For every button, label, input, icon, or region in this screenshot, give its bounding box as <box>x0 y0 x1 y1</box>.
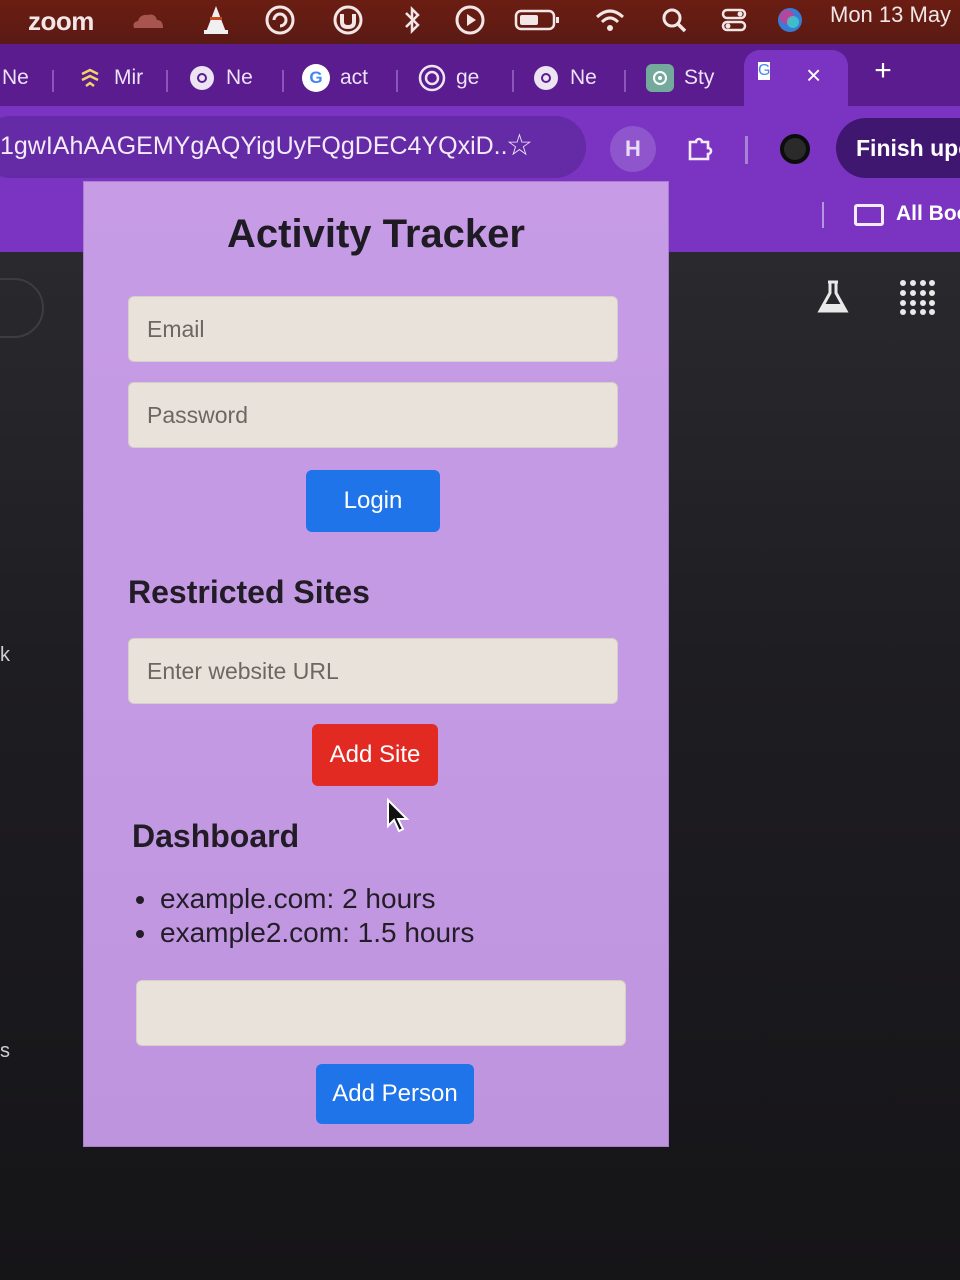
tab-label: Sty <box>684 66 715 89</box>
finish-update-button[interactable]: Finish upc <box>836 118 960 178</box>
folder-icon[interactable] <box>854 204 884 226</box>
tab-divider <box>512 70 514 92</box>
bluetooth-icon[interactable] <box>394 2 430 38</box>
tab-divider <box>52 70 54 92</box>
utorrent-icon[interactable] <box>330 2 366 38</box>
extensions-puzzle-icon[interactable] <box>682 130 718 166</box>
browser-tab[interactable]: Ne <box>188 58 272 98</box>
password-field[interactable] <box>128 382 618 448</box>
add-person-button[interactable]: Add Person <box>316 1064 474 1124</box>
active-tab[interactable]: G × <box>744 50 848 106</box>
bookmark-star-icon[interactable]: ☆ <box>506 128 533 163</box>
add-site-button[interactable]: Add Site <box>312 724 438 786</box>
menu-clock[interactable]: Mon 13 May <box>830 2 951 28</box>
page-edge-text: s <box>0 1040 10 1062</box>
tab-label: Ne <box>226 66 253 89</box>
tab-divider <box>166 70 168 92</box>
control-center-icon[interactable] <box>716 2 752 38</box>
tab-divider <box>282 70 284 92</box>
browser-toolbar: 1gwIAhAAGEMYgAQYigUyFQgDEC4YQxiD... ☆ H … <box>0 106 960 192</box>
wifi-icon[interactable] <box>592 2 628 38</box>
tab-strip: Ne Mir Ne G act ge Ne Sty G × + <box>0 44 960 106</box>
browser-tab[interactable]: Sty <box>646 58 730 98</box>
profile-avatar-icon[interactable] <box>780 134 810 164</box>
vlc-icon[interactable] <box>198 2 234 38</box>
browser-tab[interactable]: Ne <box>2 58 42 98</box>
tab-label: Ne <box>2 66 29 89</box>
website-url-input[interactable] <box>128 638 618 704</box>
google-apps-icon[interactable] <box>900 280 936 316</box>
extension-h-icon[interactable]: H <box>610 126 656 172</box>
close-tab-icon[interactable]: × <box>806 60 821 91</box>
popup-title: Activity Tracker <box>227 212 525 256</box>
address-url[interactable]: 1gwIAhAAGEMYgAQYigUyFQgDEC4YQxiD... <box>0 132 508 161</box>
google-icon: G <box>758 62 771 80</box>
siri-icon[interactable] <box>772 2 808 38</box>
browser-tab[interactable]: Ne <box>532 58 616 98</box>
tab-label: Ne <box>570 66 597 89</box>
list-item: example.com: 2 hours <box>134 882 474 916</box>
tab-label: act <box>340 66 369 89</box>
mouse-pointer-icon <box>387 798 410 833</box>
bookmarks-divider <box>822 202 824 228</box>
activity-tracker-popup: Activity Tracker Login Restricted Sites … <box>84 182 668 1146</box>
tab-divider <box>396 70 398 92</box>
login-button[interactable]: Login <box>306 470 440 532</box>
fluent-icon <box>76 64 104 92</box>
refresh-circle-icon[interactable] <box>262 2 298 38</box>
tab-divider <box>624 70 626 92</box>
battery-icon[interactable] <box>514 2 560 38</box>
google-icon: G <box>302 64 330 92</box>
app-menu-zoom[interactable]: zoom <box>28 6 94 37</box>
tab-label: Mir <box>114 66 144 89</box>
page-edge-text: k <box>0 644 10 666</box>
browser-tab[interactable]: G act <box>302 58 388 98</box>
cloudflare-icon[interactable] <box>130 2 166 38</box>
browser-tab[interactable]: Mir <box>76 58 160 98</box>
labs-flask-icon[interactable] <box>812 276 854 318</box>
toolbar-divider <box>745 136 748 164</box>
dashboard-list: example.com: 2 hours example2.com: 1.5 h… <box>134 882 474 950</box>
search-icon[interactable] <box>656 2 692 38</box>
chrome-icon <box>532 64 560 92</box>
dashboard-heading: Dashboard <box>132 818 300 854</box>
play-circle-icon[interactable] <box>452 2 488 38</box>
all-bookmarks-link[interactable]: All Boo <box>896 202 960 226</box>
menu-bar: zoom Mon 13 May <box>0 0 960 44</box>
chrome-icon <box>188 64 216 92</box>
restricted-sites-heading: Restricted Sites <box>128 574 370 610</box>
person-input[interactable] <box>136 980 626 1046</box>
list-item: example2.com: 1.5 hours <box>134 916 474 950</box>
browser-tab[interactable]: ge <box>418 58 502 98</box>
tab-label: ge <box>456 66 480 89</box>
address-bar[interactable]: 1gwIAhAAGEMYgAQYigUyFQgDEC4YQxiD... ☆ <box>0 116 586 178</box>
gemini-icon <box>418 64 446 92</box>
chatgpt-icon <box>646 64 674 92</box>
email-field[interactable] <box>128 296 618 362</box>
new-tab-button[interactable]: + <box>866 54 900 88</box>
